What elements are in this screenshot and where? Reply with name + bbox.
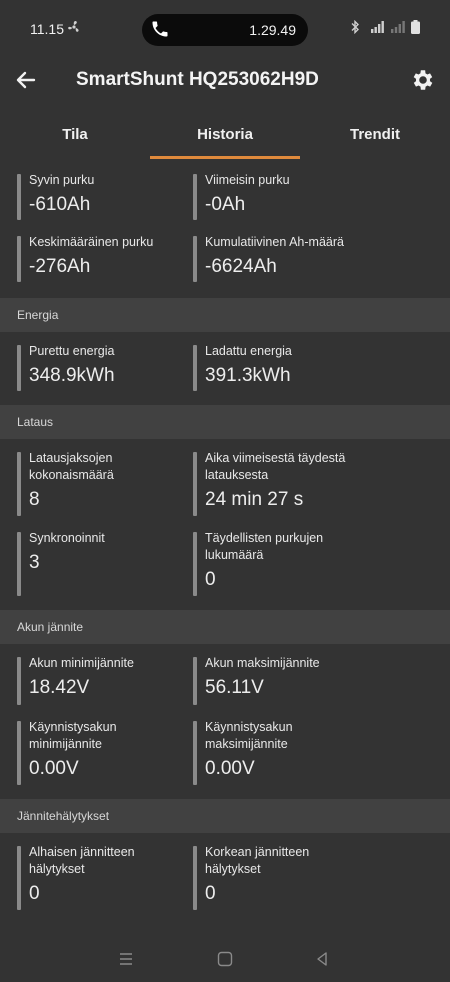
stat-bar xyxy=(193,846,197,910)
system-nav-bar xyxy=(0,936,450,982)
call-duration: 1.29.49 xyxy=(249,22,296,38)
ongoing-call-pill[interactable]: 1.29.49 xyxy=(142,14,308,46)
stat-value: 56.11V xyxy=(205,677,264,698)
stat-bar xyxy=(17,657,21,705)
lataus-group: Latausjaksojen kokonaismäärä 8 Aika viim… xyxy=(0,439,450,610)
bluetooth-icon xyxy=(350,20,360,34)
section-header-akun-jannite: Akun jännite xyxy=(0,610,450,644)
stat-bar xyxy=(17,174,21,220)
stat-value: 0.00V xyxy=(205,758,255,779)
stat-label: Käynnistysakun maksimijännite xyxy=(205,720,293,751)
stat-label: Purettu energia xyxy=(29,344,115,358)
stat-value: -610Ah xyxy=(29,194,91,215)
stat-starter-max-voltage: Käynnistysakun maksimijännite 0.00V xyxy=(193,719,369,787)
stat-bar xyxy=(17,846,21,910)
stat-value: 348.9kWh xyxy=(29,365,115,386)
stat-battery-max-voltage: Akun maksimijännite 56.11V xyxy=(193,655,369,707)
stat-time-since-full-charge: Aika viimeisestä täydestä latauksesta 24… xyxy=(193,450,369,518)
section-header-lataus: Lataus xyxy=(0,405,450,439)
stat-label: Alhaisen jännitteen hälytykset xyxy=(29,845,135,876)
stat-label: Keskimääräinen purku xyxy=(29,235,154,249)
stat-bar xyxy=(17,532,21,596)
stat-synchronizations: Synkronoinnit 3 xyxy=(17,530,193,598)
stat-average-discharge: Keskimääräinen purku -276Ah xyxy=(17,234,193,284)
stat-battery-min-voltage: Akun minimijännite 18.42V xyxy=(17,655,193,707)
stat-low-voltage-alarms: Alhaisen jännitteen hälytykset 0 xyxy=(17,844,193,912)
stat-label: Akun maksimijännite xyxy=(205,656,320,670)
stat-label: Syvin purku xyxy=(29,173,95,187)
stat-label: Aika viimeisestä täydestä latauksesta xyxy=(205,451,346,482)
stat-bar xyxy=(193,345,197,391)
stat-value: 0 xyxy=(205,883,216,904)
stat-deepest-discharge: Syvin purku -610Ah xyxy=(17,172,193,222)
back-nav-icon[interactable] xyxy=(313,950,331,968)
tab-tila[interactable]: Tila xyxy=(0,126,150,143)
recent-apps-icon[interactable] xyxy=(117,950,135,968)
stat-value: 24 min 27 s xyxy=(205,489,304,510)
stat-bar xyxy=(193,452,197,516)
stat-label: Kumulatiivinen Ah-määrä xyxy=(205,235,344,249)
stat-bar xyxy=(193,236,197,282)
stat-last-discharge: Viimeisin purku -0Ah xyxy=(193,172,369,222)
stat-value: 3 xyxy=(29,552,40,573)
tab-bar: Tila Historia Trendit xyxy=(0,112,450,160)
signal-5g-icon xyxy=(365,20,385,34)
stat-label: Akun minimijännite xyxy=(29,656,134,670)
stat-value: 0 xyxy=(205,569,216,590)
stat-bar xyxy=(193,532,197,596)
stat-bar xyxy=(17,345,21,391)
stat-bar xyxy=(193,721,197,785)
tab-trendit[interactable]: Trendit xyxy=(300,126,450,143)
section-header-energia: Energia xyxy=(0,298,450,332)
history-content: Syvin purku -610Ah Viimeisin purku -0Ah … xyxy=(0,160,450,924)
stat-value: -276Ah xyxy=(29,256,91,277)
stat-value: -6624Ah xyxy=(205,256,277,277)
phone-icon xyxy=(150,19,170,39)
stat-charged-energy: Ladattu energia 391.3kWh xyxy=(193,343,369,393)
stat-label: Synkronoinnit xyxy=(29,531,105,545)
discharge-group: Syvin purku -610Ah Viimeisin purku -0Ah … xyxy=(0,160,450,284)
tab-historia[interactable]: Historia xyxy=(150,126,300,143)
stat-bar xyxy=(17,452,21,516)
app-bar: SmartShunt HQ253062H9D xyxy=(0,58,450,104)
stat-label: Korkean jännitteen hälytykset xyxy=(205,845,310,876)
energia-group: Purettu energia 348.9kWh Ladattu energia… xyxy=(0,332,450,405)
stat-full-discharges: Täydellisten purkujen lukumäärä 0 xyxy=(193,530,369,598)
stat-bar xyxy=(193,657,197,705)
stat-value: 18.42V xyxy=(29,677,90,698)
status-icons xyxy=(350,20,420,34)
stat-label: Latausjaksojen kokonaismäärä xyxy=(29,451,114,482)
gear-icon[interactable] xyxy=(410,67,436,93)
stat-bar xyxy=(17,236,21,282)
stat-label: Ladattu energia xyxy=(205,344,292,358)
stat-label: Täydellisten purkujen lukumäärä xyxy=(205,531,324,562)
jannitehalytykset-group: Alhaisen jännitteen hälytykset 0 Korkean… xyxy=(0,833,450,924)
stat-value: 391.3kWh xyxy=(205,365,291,386)
stat-label: Viimeisin purku xyxy=(205,173,290,187)
stat-value: -0Ah xyxy=(205,194,246,215)
section-header-jannitehalytykset: Jännitehälytykset xyxy=(0,799,450,833)
stat-value: 8 xyxy=(29,489,40,510)
stat-discharged-energy: Purettu energia 348.9kWh xyxy=(17,343,193,393)
stat-value: 0 xyxy=(29,883,40,904)
akun-jannite-group: Akun minimijännite 18.42V Akun maksimijä… xyxy=(0,644,450,799)
battery-icon xyxy=(411,20,420,34)
stat-value: 0.00V xyxy=(29,758,79,779)
page-title: SmartShunt HQ253062H9D xyxy=(76,69,319,90)
stat-label: Käynnistysakun minimijännite xyxy=(29,720,117,751)
status-time: 11.15 xyxy=(30,21,64,37)
status-bar: 11.15 1.29.49 xyxy=(0,0,450,58)
tab-indicator xyxy=(150,156,300,159)
fan-icon xyxy=(66,20,82,37)
back-arrow-icon[interactable] xyxy=(14,68,38,92)
stat-cumulative-ah: Kumulatiivinen Ah-määrä -6624Ah xyxy=(193,234,369,284)
signal-icon xyxy=(390,20,406,34)
home-icon[interactable] xyxy=(216,950,234,968)
stat-bar xyxy=(17,721,21,785)
stat-high-voltage-alarms: Korkean jännitteen hälytykset 0 xyxy=(193,844,369,912)
stat-bar xyxy=(193,174,197,220)
stat-starter-min-voltage: Käynnistysakun minimijännite 0.00V xyxy=(17,719,193,787)
stat-charge-cycles: Latausjaksojen kokonaismäärä 8 xyxy=(17,450,193,518)
